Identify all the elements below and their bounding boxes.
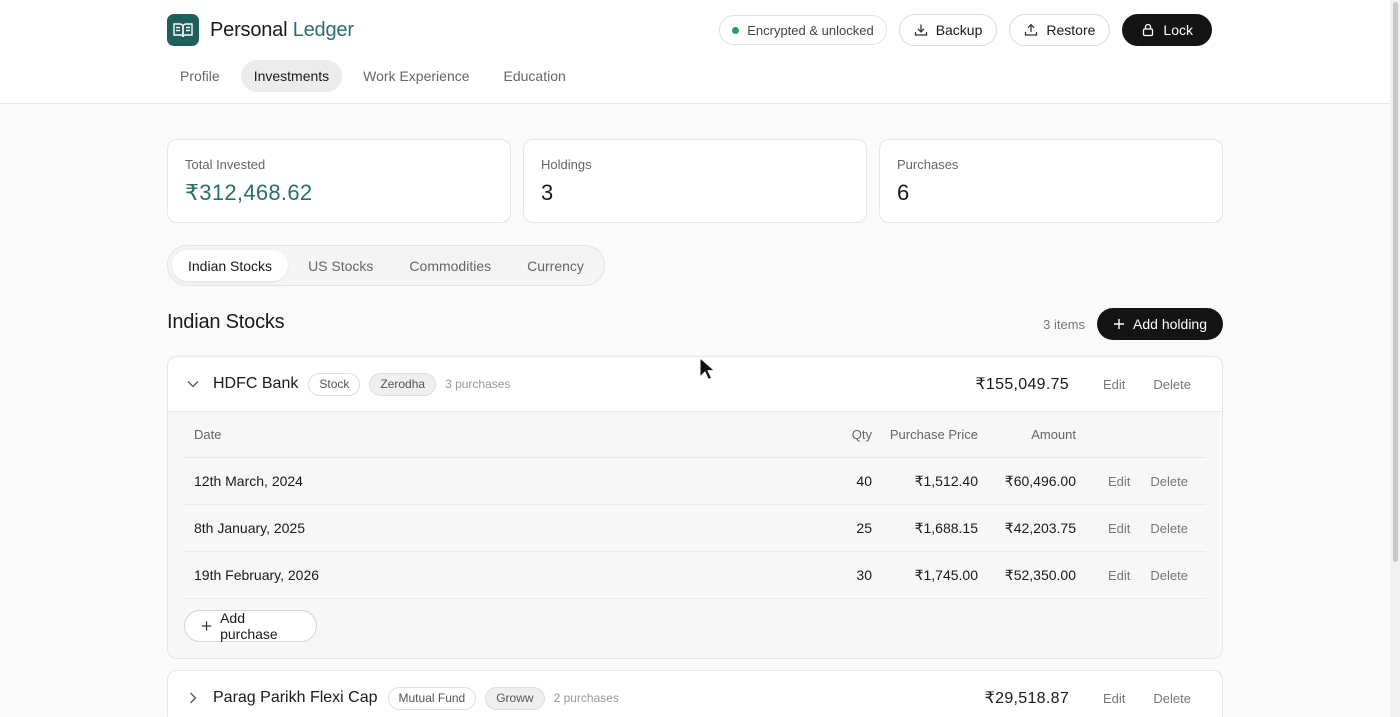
item-count: 3 items: [1043, 316, 1086, 332]
stat-total-invested: Total Invested ₹312,468.62: [167, 139, 511, 223]
plus-icon: [201, 621, 212, 631]
purchases-table-header: Date Qty Purchase Price Amount: [184, 412, 1206, 458]
row-date: 12th March, 2024: [194, 473, 303, 489]
add-purchase-button[interactable]: Add purchase: [184, 610, 317, 642]
chevron-down-icon[interactable]: [185, 380, 201, 388]
holding-type-tag: Mutual Fund: [387, 686, 477, 710]
stat-label: Holdings: [541, 157, 592, 172]
add-holding-label: Add holding: [1133, 316, 1207, 332]
lock-label: Lock: [1163, 22, 1193, 38]
holding-name: Parag Parikh Flexi Cap: [213, 689, 378, 706]
stat-holdings: Holdings 3: [523, 139, 867, 223]
row-qty: 25: [856, 520, 872, 536]
col-qty: Qty: [851, 427, 872, 442]
col-amount: Amount: [1031, 427, 1076, 442]
app-title: Personal Ledger: [210, 19, 354, 42]
row-price: ₹1,512.40: [914, 472, 978, 489]
row-amount: ₹60,496.00: [1004, 472, 1076, 489]
holding-edit-button[interactable]: Edit: [1103, 691, 1125, 706]
tab-currency[interactable]: Currency: [511, 250, 600, 281]
tab-indian-stocks[interactable]: Indian Stocks: [172, 250, 289, 281]
row-edit-button[interactable]: Edit: [1108, 521, 1130, 536]
table-row: 12th March, 2024 40 ₹1,512.40 ₹60,496.00…: [184, 458, 1206, 505]
row-amount: ₹52,350.00: [1004, 566, 1076, 583]
row-delete-button[interactable]: Delete: [1150, 521, 1188, 536]
holding-header[interactable]: Parag Parikh Flexi Cap Mutual Fund Groww…: [168, 671, 1222, 717]
stat-purchases: Purchases 6: [879, 139, 1223, 223]
table-row: 19th February, 2026 30 ₹1,745.00 ₹52,350…: [184, 552, 1206, 599]
lock-icon: [1143, 23, 1154, 37]
lock-button[interactable]: Lock: [1122, 14, 1212, 46]
summary-stats: Total Invested ₹312,468.62 Holdings 3 Pu…: [167, 139, 1223, 223]
header-actions: Encrypted & unlocked Backup Restore Lock: [719, 14, 1212, 46]
row-delete-button[interactable]: Delete: [1150, 474, 1188, 489]
add-holding-button[interactable]: Add holding: [1097, 308, 1223, 340]
holding-amount: ₹29,518.87: [984, 690, 1070, 707]
row-date: 19th February, 2026: [194, 567, 320, 583]
tab-commodities[interactable]: Commodities: [393, 250, 507, 281]
holding-card: HDFC Bank Stock Zerodha 3 purchases ₹155…: [167, 356, 1223, 659]
col-purchase-price: Purchase Price: [889, 427, 978, 442]
brand: Personal Ledger: [167, 14, 354, 46]
scrollbar-thumb[interactable]: [1393, 2, 1398, 562]
stat-label: Purchases: [897, 157, 959, 172]
row-price: ₹1,688.15: [914, 519, 978, 536]
nav-item-investments[interactable]: Investments: [240, 60, 343, 92]
upload-icon: [1025, 23, 1038, 36]
stat-value: 6: [897, 180, 910, 205]
nav-item-education[interactable]: Education: [491, 60, 579, 92]
download-icon: [914, 24, 927, 36]
holding-header[interactable]: HDFC Bank Stock Zerodha 3 purchases ₹155…: [168, 357, 1222, 411]
nav-item-work-experience[interactable]: Work Experience: [350, 60, 482, 92]
row-edit-button[interactable]: Edit: [1108, 568, 1130, 583]
section-actions: 3 items Add holding: [1043, 308, 1223, 340]
col-date: Date: [194, 427, 222, 442]
holding-broker-tag: Zerodha: [369, 372, 437, 396]
row-amount: ₹42,203.75: [1004, 519, 1076, 536]
encryption-status-label: Encrypted & unlocked: [747, 22, 874, 38]
row-qty: 40: [856, 473, 872, 489]
holding-card: Parag Parikh Flexi Cap Mutual Fund Groww…: [167, 670, 1223, 717]
row-edit-button[interactable]: Edit: [1108, 474, 1130, 489]
add-purchase-label: Add purchase: [220, 610, 278, 642]
nav-item-profile[interactable]: Profile: [167, 60, 233, 92]
row-date: 8th January, 2025: [194, 520, 306, 536]
top-header: Personal Ledger Encrypted & unlocked Bac…: [0, 0, 1390, 104]
encryption-status-badge: Encrypted & unlocked: [719, 15, 887, 45]
holding-purchase-count: 2 purchases: [553, 691, 619, 705]
purchases-panel: Date Qty Purchase Price Amount 12th Marc…: [168, 411, 1222, 658]
mouse-pointer-icon: [699, 357, 715, 381]
row-qty: 30: [856, 567, 872, 583]
backup-button[interactable]: Backup: [898, 14, 998, 46]
ledger-book-icon: [167, 14, 199, 46]
holding-type-tag: Stock: [308, 372, 361, 396]
restore-label: Restore: [1046, 22, 1096, 38]
holding-edit-button[interactable]: Edit: [1103, 377, 1125, 392]
plus-icon: [1114, 319, 1125, 329]
holding-name: HDFC Bank: [213, 375, 299, 392]
status-dot-icon: [732, 26, 740, 34]
app-title-primary: Personal: [210, 18, 288, 41]
holding-amount: ₹155,049.75: [975, 376, 1070, 393]
backup-label: Backup: [935, 22, 983, 38]
restore-button[interactable]: Restore: [1009, 14, 1111, 46]
holding-broker-tag: Groww: [485, 686, 545, 710]
stat-value: 3: [541, 180, 554, 205]
stat-label: Total Invested: [185, 157, 266, 172]
holding-delete-button[interactable]: Delete: [1153, 691, 1191, 706]
section-title: Indian Stocks: [167, 311, 285, 333]
row-price: ₹1,745.00: [914, 566, 978, 583]
holding-delete-button[interactable]: Delete: [1153, 377, 1191, 392]
holding-purchase-count: 3 purchases: [445, 377, 511, 391]
page-scrollbar[interactable]: [1390, 0, 1400, 717]
stat-value: ₹312,468.62: [185, 180, 313, 205]
row-delete-button[interactable]: Delete: [1150, 568, 1188, 583]
asset-class-tabs: Indian Stocks US Stocks Commodities Curr…: [167, 245, 605, 286]
main-nav: Profile Investments Work Experience Educ…: [167, 60, 579, 92]
tab-us-stocks[interactable]: US Stocks: [292, 250, 389, 281]
app-title-accent: Ledger: [292, 18, 354, 41]
table-row: 8th January, 2025 25 ₹1,688.15 ₹42,203.7…: [184, 505, 1206, 552]
chevron-right-icon[interactable]: [185, 692, 201, 704]
